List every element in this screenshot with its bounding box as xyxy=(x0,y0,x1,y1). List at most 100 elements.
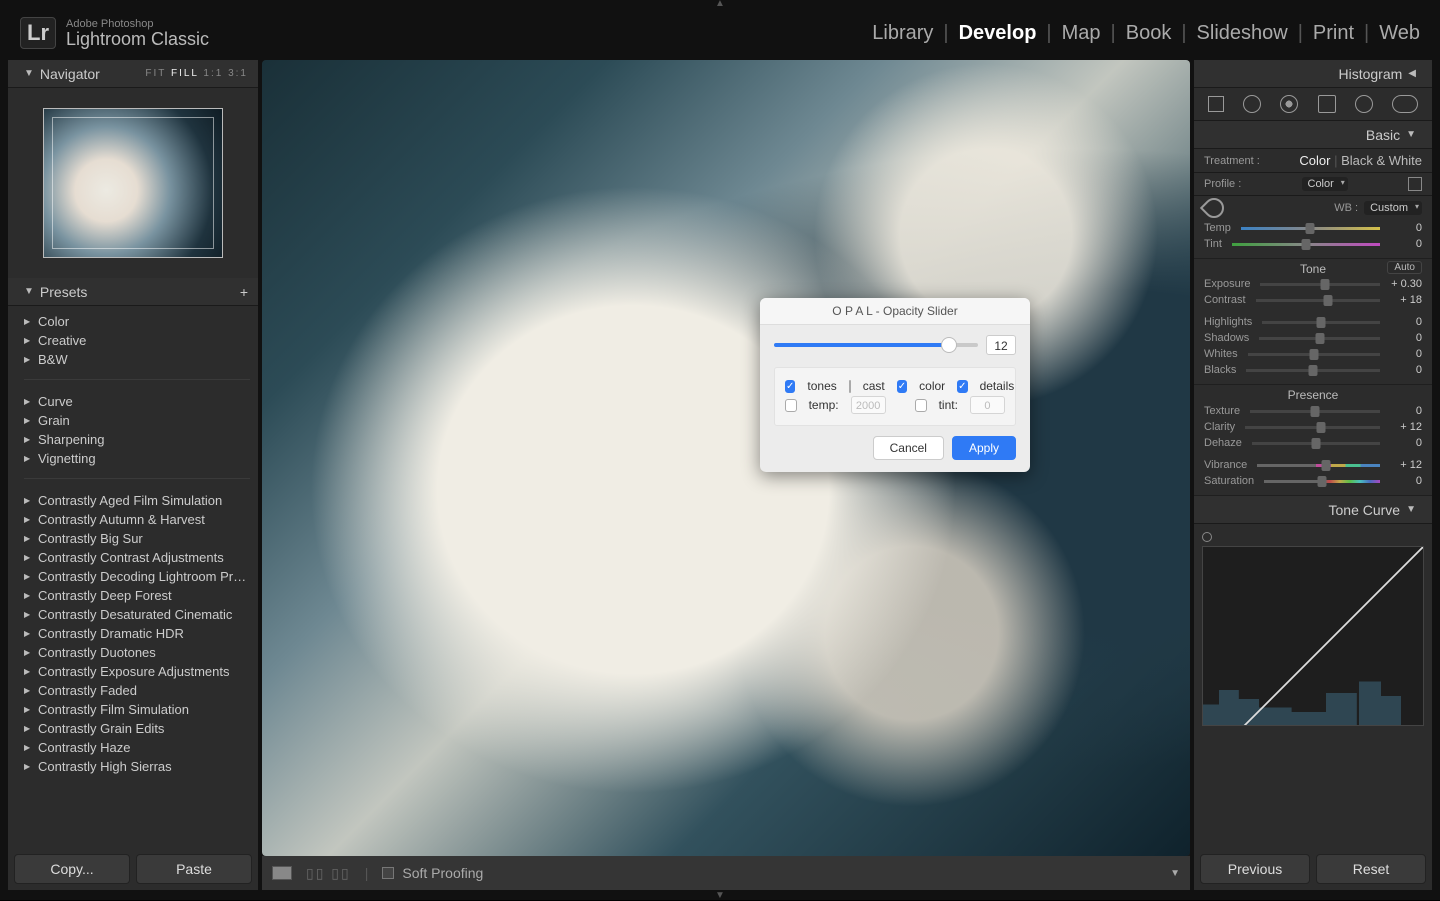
curve-point-toggle-icon[interactable] xyxy=(1202,532,1212,542)
texture-slider[interactable] xyxy=(1250,410,1380,413)
whites-value[interactable]: 0 xyxy=(1390,348,1422,360)
preset-item[interactable]: Curve xyxy=(24,392,250,411)
preset-item[interactable]: B&W xyxy=(24,350,250,369)
histogram-header[interactable]: Histogram◀ xyxy=(1194,60,1432,88)
auto-button[interactable]: Auto xyxy=(1387,261,1422,274)
tint-field[interactable]: 0 xyxy=(970,396,1005,414)
redeye-tool-icon[interactable] xyxy=(1280,95,1298,113)
module-web[interactable]: Web xyxy=(1379,22,1420,45)
preset-item[interactable]: Contrastly Faded xyxy=(24,681,250,700)
module-book[interactable]: Book xyxy=(1126,22,1172,45)
before-after-toggle[interactable]: ▯▯ ▯▯ xyxy=(306,865,351,882)
module-slideshow[interactable]: Slideshow xyxy=(1197,22,1288,45)
profile-dropdown[interactable]: Color xyxy=(1302,177,1348,191)
shadows-slider[interactable] xyxy=(1259,337,1380,340)
cast-checkbox[interactable] xyxy=(849,380,851,393)
zoom-FIT[interactable]: FIT xyxy=(145,68,171,79)
photo-canvas[interactable]: O P A L - Opacity Slider 12 ✓tones cast … xyxy=(262,60,1190,856)
crop-tool-icon[interactable] xyxy=(1208,96,1224,112)
preset-item[interactable]: Contrastly Big Sur xyxy=(24,529,250,548)
navigator-zoom[interactable]: FIT FILL 1:1 3:1 xyxy=(145,68,248,79)
temp-checkbox[interactable] xyxy=(785,399,797,412)
details-checkbox[interactable]: ✓ xyxy=(957,380,967,393)
preset-item[interactable]: Sharpening xyxy=(24,430,250,449)
tone-curve-editor[interactable] xyxy=(1202,546,1424,726)
wb-picker-icon[interactable] xyxy=(1200,194,1228,222)
copy-button[interactable]: Copy... xyxy=(14,854,130,884)
contrast-value[interactable]: + 18 xyxy=(1390,294,1422,306)
spot-tool-icon[interactable] xyxy=(1243,95,1261,113)
panel-collapse-top[interactable]: ▲ xyxy=(0,0,1440,8)
clarity-slider[interactable] xyxy=(1245,426,1380,429)
preset-item[interactable]: Contrastly Autumn & Harvest xyxy=(24,510,250,529)
color-checkbox[interactable]: ✓ xyxy=(897,380,907,393)
clarity-value[interactable]: + 12 xyxy=(1390,421,1422,433)
highlights-value[interactable]: 0 xyxy=(1390,316,1422,328)
paste-button[interactable]: Paste xyxy=(136,854,252,884)
module-library[interactable]: Library xyxy=(872,22,933,45)
tint-slider[interactable] xyxy=(1232,243,1380,246)
dehaze-value[interactable]: 0 xyxy=(1390,437,1422,449)
vibrance-value[interactable]: + 12 xyxy=(1390,459,1422,471)
tint-checkbox[interactable] xyxy=(915,399,927,412)
tint-value[interactable]: 0 xyxy=(1390,238,1422,250)
tone-curve-header[interactable]: Tone Curve▼ xyxy=(1194,496,1432,524)
radial-filter-icon[interactable] xyxy=(1355,95,1373,113)
dehaze-slider[interactable] xyxy=(1252,442,1380,445)
preset-item[interactable]: Contrastly Decoding Lightroom Presets xyxy=(24,567,250,586)
preset-item[interactable]: Creative xyxy=(24,331,250,350)
apply-button[interactable]: Apply xyxy=(952,436,1016,460)
slider-knob[interactable] xyxy=(941,337,957,353)
preset-item[interactable]: Contrastly Dramatic HDR xyxy=(24,624,250,643)
panel-collapse-bottom[interactable]: ▼ xyxy=(0,892,1440,900)
treatment-color[interactable]: Color xyxy=(1299,153,1330,168)
saturation-value[interactable]: 0 xyxy=(1390,475,1422,487)
loupe-view-icon[interactable] xyxy=(272,866,292,880)
preset-item[interactable]: Contrastly Haze xyxy=(24,738,250,757)
profile-browser-icon[interactable] xyxy=(1408,177,1422,191)
tones-checkbox[interactable]: ✓ xyxy=(785,380,795,393)
cancel-button[interactable]: Cancel xyxy=(873,436,944,460)
preset-item[interactable]: Contrastly Duotones xyxy=(24,643,250,662)
preset-item[interactable]: Contrastly Deep Forest xyxy=(24,586,250,605)
zoom-1:1[interactable]: 1:1 xyxy=(203,68,228,79)
saturation-slider[interactable] xyxy=(1264,480,1380,483)
vibrance-slider[interactable] xyxy=(1257,464,1380,467)
preset-item[interactable]: Contrastly High Sierras xyxy=(24,757,250,776)
preset-item[interactable]: Contrastly Film Simulation xyxy=(24,700,250,719)
preset-item[interactable]: Contrastly Aged Film Simulation xyxy=(24,491,250,510)
treatment-bw[interactable]: Black & White xyxy=(1341,153,1422,168)
presets-header[interactable]: ▼ Presets + xyxy=(8,278,258,306)
preset-item[interactable]: Grain xyxy=(24,411,250,430)
navigator-thumbnail[interactable] xyxy=(8,88,258,278)
preset-item[interactable]: Color xyxy=(24,312,250,331)
blacks-slider[interactable] xyxy=(1246,369,1380,372)
temp-field[interactable]: 2000 xyxy=(851,396,886,414)
texture-value[interactable]: 0 xyxy=(1390,405,1422,417)
opacity-slider[interactable] xyxy=(774,343,978,347)
temp-value[interactable]: 0 xyxy=(1390,222,1422,234)
preset-item[interactable]: Contrastly Desaturated Cinematic xyxy=(24,605,250,624)
previous-button[interactable]: Previous xyxy=(1200,854,1310,884)
zoom-3:1[interactable]: 3:1 xyxy=(228,68,248,79)
exposure-value[interactable]: + 0.30 xyxy=(1390,278,1422,290)
add-preset-icon[interactable]: + xyxy=(240,284,248,300)
preset-item[interactable]: Contrastly Exposure Adjustments xyxy=(24,662,250,681)
soft-proofing-toggle[interactable]: Soft Proofing xyxy=(382,865,483,881)
grad-filter-icon[interactable] xyxy=(1318,95,1336,113)
module-print[interactable]: Print xyxy=(1313,22,1354,45)
opacity-value[interactable]: 12 xyxy=(986,335,1016,355)
highlights-slider[interactable] xyxy=(1262,321,1380,324)
navigator-header[interactable]: ▼ Navigator FIT FILL 1:1 3:1 xyxy=(8,60,258,88)
temp-slider[interactable] xyxy=(1241,227,1380,230)
module-develop[interactable]: Develop xyxy=(959,22,1037,45)
toolbar-dropdown-icon[interactable]: ▼ xyxy=(1170,868,1180,879)
module-map[interactable]: Map xyxy=(1062,22,1101,45)
blacks-value[interactable]: 0 xyxy=(1390,364,1422,376)
basic-header[interactable]: Basic▼ xyxy=(1194,121,1432,149)
preset-item[interactable]: Contrastly Grain Edits xyxy=(24,719,250,738)
exposure-slider[interactable] xyxy=(1260,283,1380,286)
preset-item[interactable]: Vignetting xyxy=(24,449,250,468)
wb-dropdown[interactable]: Custom xyxy=(1364,201,1422,215)
shadows-value[interactable]: 0 xyxy=(1390,332,1422,344)
